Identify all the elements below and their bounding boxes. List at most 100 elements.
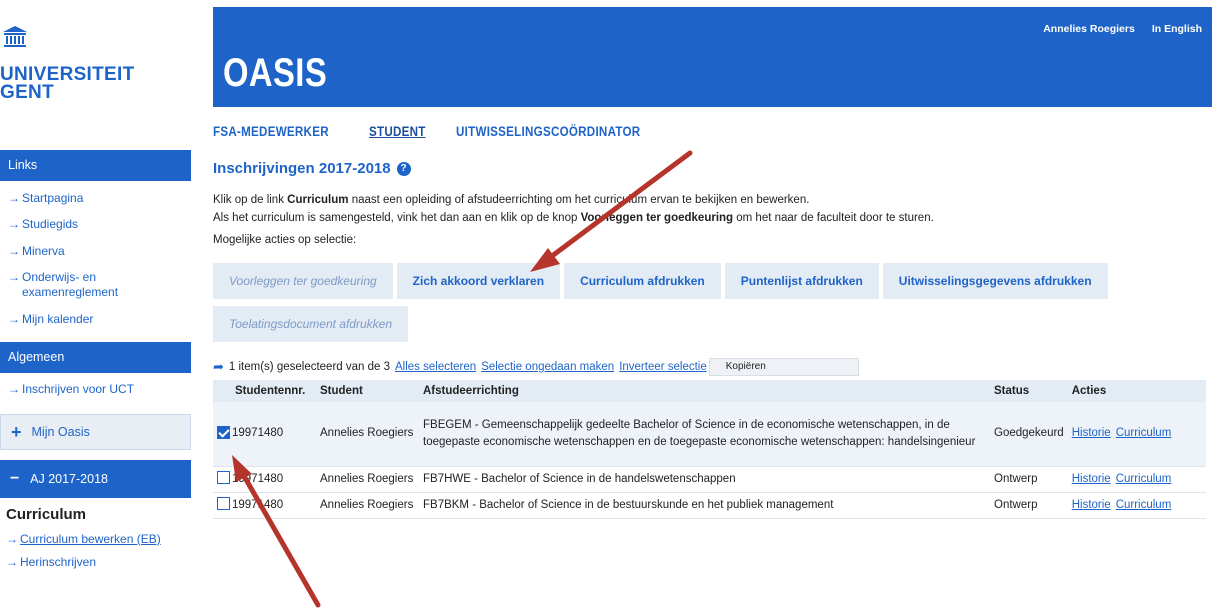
help-icon[interactable]: ? (396, 161, 411, 176)
sidebar-item-label: Onderwijs- en examenreglement (22, 270, 119, 299)
invert-selection-link[interactable]: Inverteer selectie (619, 361, 707, 373)
student-number: 19971480 (232, 498, 284, 511)
print-exchange-data-button[interactable]: Uitwisselingsgegevens afdrukken (882, 263, 1108, 299)
main-content: Inschrijvingen 2017-2018 ? Klik op de li… (213, 160, 1206, 518)
submit-for-approval-button[interactable]: Voorleggen ter goedkeuring (213, 263, 393, 299)
table-header-row: Studentennr. Student Afstudeerrichting S… (213, 380, 1206, 402)
minus-icon: − (10, 470, 20, 487)
sidebar-item-label: Inschrijven voor UCT (22, 382, 135, 396)
action-buttons-row-2: Toelatingsdocument afdrukken (213, 306, 408, 342)
app-title: OASIS (223, 51, 328, 95)
table-row: 19971480 Annelies Roegiers FB7BKM - Bach… (213, 492, 1206, 518)
arrow-right-icon: → (6, 531, 18, 546)
intro-2-pre: Als het curriculum is samengesteld, vink… (213, 212, 581, 224)
curriculum-link[interactable]: Curriculum (1116, 427, 1172, 439)
sidebar-mijn-oasis[interactable]: + Mijn Oasis (0, 414, 191, 450)
col-header-actions: Acties (1067, 380, 1206, 402)
curriculum-link[interactable]: Curriculum (1116, 473, 1172, 485)
sidebar-item-label: Minerva (22, 243, 65, 258)
agree-button[interactable]: Zich akkoord verklaren (396, 263, 561, 299)
sidebar-general-header: Algemeen (0, 341, 191, 373)
arrow-right-icon: → (8, 270, 20, 284)
cell-program: FB7HWE - Bachelor of Science in de hande… (423, 472, 736, 485)
intro-2-post: om het naar de faculteit door te sturen. (733, 212, 934, 224)
sidebar-item-startpagina[interactable]: → Startpagina (8, 188, 191, 215)
page-title-text: Inschrijvingen 2017-2018 (213, 160, 391, 177)
cell-actions: Historie Curriculum (1068, 492, 1206, 518)
arrow-right-icon: → (8, 243, 20, 258)
row-checkbox[interactable] (217, 425, 230, 439)
row-checkbox[interactable] (217, 496, 230, 510)
header-links: Annelies Roegiers In English (1043, 23, 1202, 35)
sidebar-links-list: → Startpagina → Studiegids → Minerva → Onder… (0, 181, 191, 342)
curriculum-link[interactable]: Curriculum (1116, 499, 1172, 511)
sidebar-item-curriculum-bewerken[interactable]: → Curriculum bewerken (EB) (6, 529, 191, 553)
print-scores-button[interactable]: Puntenlijst afdrukken (724, 263, 879, 299)
intro-line-1: Klik op de link Curriculum naast een opl… (213, 191, 1203, 209)
nav-uitwisselingscoordinator[interactable]: UITWISSELINGSCOÖRDINATOR (456, 124, 640, 139)
intro-2-bold: Voorleggen ter goedkeuring (580, 212, 734, 224)
sidebar-item-studiegids[interactable]: → Studiegids (8, 215, 191, 242)
intro-1-bold: Curriculum (287, 194, 349, 206)
col-header-program[interactable]: Afstudeerrichting (419, 380, 990, 402)
language-link[interactable]: In English (1152, 23, 1202, 35)
undo-selection-link[interactable]: Selectie ongedaan maken (481, 361, 614, 373)
cell-student: Annelies Roegiers (320, 498, 414, 511)
selection-count: 1 item(s) geselecteerd van de 3 (228, 361, 390, 373)
col-header-status[interactable]: Status (990, 380, 1068, 402)
intro-1-post: naast een opleiding of afstudeerrichting… (348, 194, 810, 206)
sidebar-item-label: Studiegids (22, 217, 79, 231)
history-link[interactable]: Historie (1072, 427, 1111, 439)
cell-student: Annelies Roegiers (320, 472, 414, 485)
sidebar-item-inschrijven-uct[interactable]: → Inschrijven voor UCT (8, 380, 191, 407)
print-curriculum-button[interactable]: Curriculum afdrukken (564, 263, 721, 299)
intro-line-2: Als het curriculum is samengesteld, vink… (213, 209, 1203, 227)
sidebar-mijn-oasis-label: Mijn Oasis (31, 425, 90, 439)
row-checkbox[interactable] (217, 470, 230, 484)
university-name: UNIVERSITEIT GENT (0, 65, 135, 103)
plus-icon: + (11, 421, 22, 442)
sidebar-year-label: AJ 2017-2018 (30, 472, 108, 486)
col-header-student[interactable]: Student (316, 380, 419, 402)
cell-status: Ontwerp (994, 472, 1038, 485)
student-number: 19971480 (232, 427, 284, 440)
nav-student[interactable]: STUDENT (369, 124, 426, 139)
history-link[interactable]: Historie (1072, 499, 1111, 511)
copy-select[interactable]: Kopiëren (708, 358, 859, 376)
actions-label: Mogelijke acties op selectie: (213, 234, 357, 246)
select-all-link[interactable]: Alles selecteren (395, 361, 476, 373)
page-title: Inschrijvingen 2017-2018 ? (213, 160, 1203, 177)
action-buttons-row-1: Voorleggen ter goedkeuring Zich akkoord … (213, 263, 1108, 299)
sidebar: Links → Startpagina → Studiegids → Minerva … (0, 150, 191, 576)
cell-actions: Historie Curriculum (1068, 466, 1206, 492)
sidebar-item-herinschrijven[interactable]: → Herinschrijven (6, 553, 191, 577)
sidebar-links-header: Links (0, 150, 191, 181)
sidebar-item-examenreglement[interactable]: → Onderwijs- en examenreglement (8, 268, 191, 310)
sidebar-item-minerva[interactable]: → Minerva (8, 241, 191, 268)
cell-student-number: 19971480 (213, 492, 316, 518)
sidebar-curriculum-title: Curriculum (6, 506, 87, 523)
sidebar-year-header[interactable]: − AJ 2017-2018 (0, 460, 191, 498)
user-name-link[interactable]: Annelies Roegiers (1043, 23, 1135, 35)
sidebar-item-mijn-kalender[interactable]: → Mijn kalender (8, 309, 191, 336)
arrow-right-icon: → (8, 190, 20, 205)
arrow-right-icon: → (8, 311, 20, 326)
sidebar-item-label: Herinschrijven (20, 555, 97, 569)
enrollments-table: Studentennr. Student Afstudeerrichting S… (213, 380, 1206, 519)
cell-student: Annelies Roegiers (320, 427, 414, 440)
col-header-student-number[interactable]: Studentennr. (213, 380, 316, 402)
university-name-line2: GENT (0, 82, 54, 103)
sidebar-item-label: Mijn kalender (22, 311, 94, 326)
role-nav: FSA-MEDEWERKER STUDENT UITWISSELINGSCOÖR… (213, 124, 670, 139)
print-admission-document-button[interactable]: Toelatingsdocument afdrukken (213, 306, 408, 342)
history-link[interactable]: Historie (1072, 473, 1111, 485)
student-number: 19971480 (232, 472, 284, 485)
arrow-right-icon: → (8, 382, 20, 396)
intro-1-pre: Klik op de link (213, 194, 288, 206)
sidebar-curriculum-list: → Curriculum bewerken (EB) → Herinschrijve… (0, 523, 191, 576)
cell-program: FB7BKM - Bachelor of Science in de bestu… (423, 498, 834, 511)
arrow-right-icon: → (6, 555, 18, 569)
nav-fsa-medewerker[interactable]: FSA-MEDEWERKER (213, 124, 329, 139)
header-banner: OASIS Annelies Roegiers In English (213, 7, 1212, 107)
sidebar-general-list: → Inschrijven voor UCT (0, 373, 191, 413)
